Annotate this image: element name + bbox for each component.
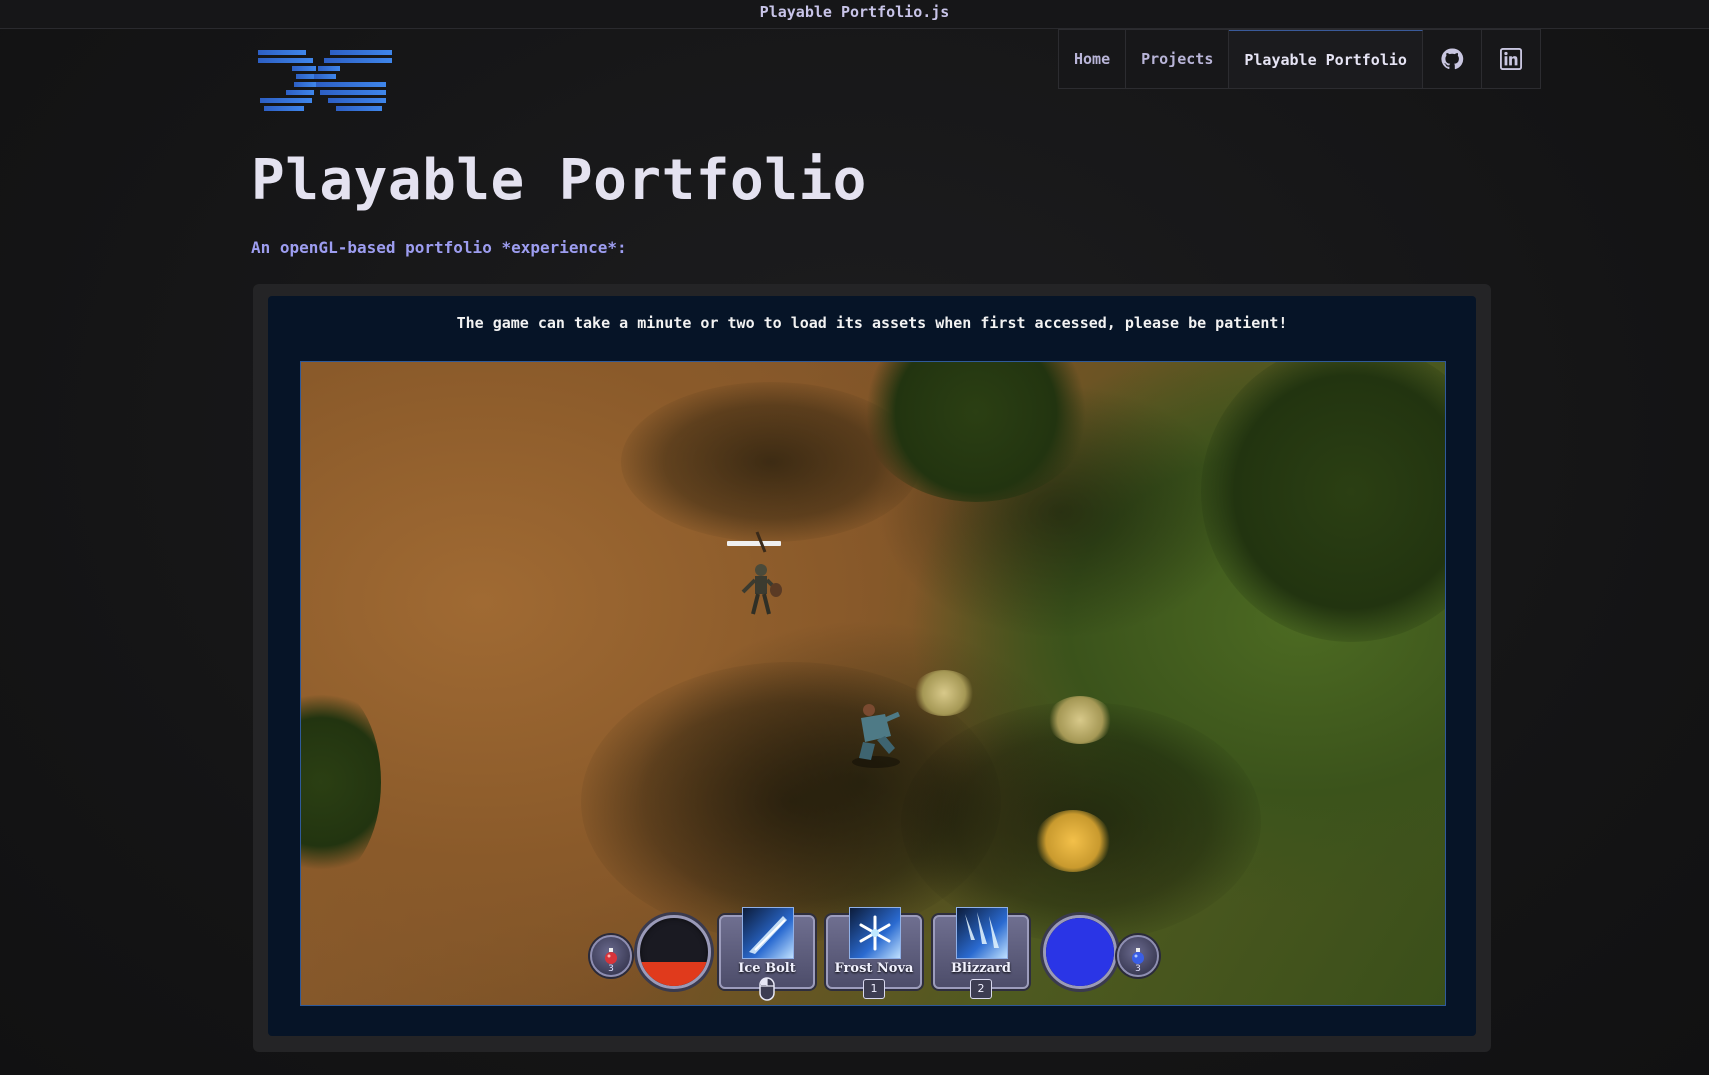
mouse-left-click-icon — [759, 977, 775, 1001]
page-subtitle: An openGL-based portfolio *experience*: — [251, 238, 627, 257]
skill-blizzard[interactable]: Blizzard 2 — [933, 907, 1029, 999]
mana-potion-count: 3 — [1135, 964, 1141, 974]
mana-potion-icon — [1132, 948, 1144, 964]
ice-bolt-icon — [742, 907, 794, 959]
health-potion-count: 3 — [608, 964, 614, 974]
health-potion-icon — [605, 948, 617, 964]
skill-label: Frost Nova — [834, 961, 914, 976]
skill-ice-bolt[interactable]: Ice Bolt — [719, 907, 815, 1001]
browser-tab-title: Playable Portfolio.js — [0, 0, 1709, 29]
github-icon[interactable] — [1423, 30, 1482, 88]
skill-label: Ice Bolt — [738, 961, 796, 976]
hotkey-badge: 1 — [863, 979, 885, 999]
page-title: Playable Portfolio — [251, 148, 867, 213]
site-logo[interactable] — [256, 46, 396, 118]
mana-fill — [1046, 918, 1114, 986]
hotkey-badge: 2 — [970, 979, 992, 999]
loading-notice: The game can take a minute or two to loa… — [456, 314, 1288, 332]
frost-nova-icon — [849, 907, 901, 959]
nav-projects[interactable]: Projects — [1126, 30, 1230, 88]
nav-playable-portfolio[interactable]: Playable Portfolio — [1229, 30, 1423, 88]
linkedin-icon[interactable] — [1482, 30, 1540, 88]
skill-label: Blizzard — [951, 961, 1011, 976]
mana-orb — [1043, 915, 1117, 989]
health-fill — [640, 962, 708, 986]
health-potion-slot[interactable]: 3 — [590, 935, 632, 977]
health-orb — [637, 915, 711, 989]
game-hud: 3 Ice Bolt Frost Nova 1 Blizzard 2 3 — [301, 362, 1445, 1005]
game-canvas[interactable]: 3 Ice Bolt Frost Nova 1 Blizzard 2 3 — [300, 361, 1446, 1006]
mana-potion-slot[interactable]: 3 — [1117, 935, 1159, 977]
main-nav: Home Projects Playable Portfolio — [1058, 29, 1541, 89]
blizzard-icon — [956, 907, 1008, 959]
nav-home[interactable]: Home — [1059, 30, 1127, 88]
skill-frost-nova[interactable]: Frost Nova 1 — [826, 907, 922, 999]
